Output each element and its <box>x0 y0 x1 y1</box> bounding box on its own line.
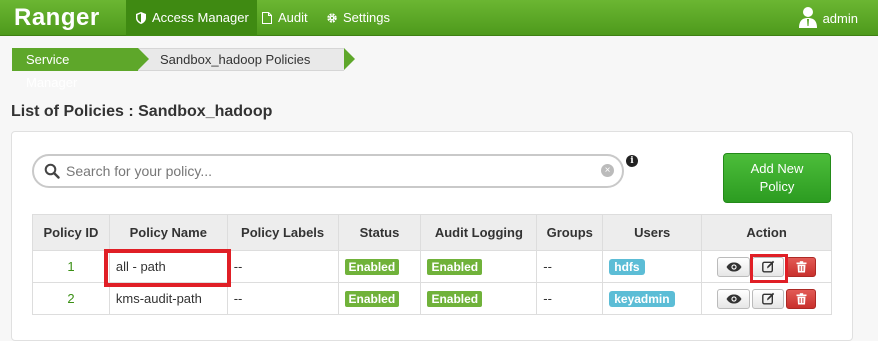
header-groups: Groups <box>536 214 604 251</box>
groups-cell: -- <box>536 282 604 315</box>
search-input[interactable] <box>66 163 586 179</box>
policy-id-link[interactable]: 2 <box>67 291 74 306</box>
edit-button[interactable] <box>752 256 785 277</box>
info-icon[interactable]: i <box>626 155 638 167</box>
policies-table: Policy ID Policy Name Policy Labels Stat… <box>32 214 832 315</box>
edit-icon <box>761 292 774 305</box>
clear-icon[interactable]: × <box>601 164 614 177</box>
header-policy-labels: Policy Labels <box>226 214 339 251</box>
breadcrumb-policies: Sandbox_hadoop Policies <box>138 48 355 71</box>
users-cell: keyadmin <box>602 282 703 315</box>
audit-badge: Enabled <box>427 290 483 307</box>
policy-id-link[interactable]: 1 <box>67 259 74 274</box>
status-cell: Enabled <box>337 250 422 283</box>
header-users: Users <box>602 214 703 251</box>
policy-name-cell: all - path <box>108 250 228 283</box>
breadcrumb-service-manager[interactable]: Service Manager <box>12 48 149 90</box>
search-icon <box>44 163 60 179</box>
header-policy-name[interactable]: Policy Name <box>108 214 228 251</box>
brand-logo[interactable]: Ranger <box>14 2 100 34</box>
groups-cell: -- <box>536 250 604 283</box>
nav-settings-label: Settings <box>343 10 390 25</box>
top-navbar: Ranger Access Manager Audit Settings adm… <box>0 0 878 36</box>
breadcrumb: Service Manager Sandbox_hadoop Policies <box>12 48 355 90</box>
edit-button[interactable] <box>752 288 785 309</box>
header-audit-logging: Audit Logging <box>420 214 538 251</box>
table-header-row: Policy ID Policy Name Policy Labels Stat… <box>32 214 832 251</box>
audit-badge: Enabled <box>427 258 483 275</box>
action-cell <box>701 282 832 315</box>
delete-button[interactable] <box>786 256 817 277</box>
policy-id-cell[interactable]: 2 <box>32 282 110 315</box>
trash-icon <box>796 292 807 304</box>
page-title: List of Policies : Sandbox_hadoop <box>11 103 273 120</box>
eye-icon <box>726 294 742 303</box>
add-new-policy-button[interactable]: Add New Policy <box>723 153 831 203</box>
header-action: Action <box>701 214 832 251</box>
policy-name-cell: kms-audit-path <box>108 282 228 315</box>
view-button[interactable] <box>717 288 751 309</box>
delete-button[interactable] <box>786 288 817 309</box>
nav-audit-label: Audit <box>278 10 308 25</box>
shield-icon <box>134 11 148 25</box>
policy-id-cell[interactable]: 1 <box>32 250 110 283</box>
user-menu[interactable]: admin <box>798 0 858 36</box>
users-cell: hdfs <box>602 250 703 283</box>
search-box[interactable]: × <box>32 154 624 188</box>
header-policy-id[interactable]: Policy ID <box>32 214 110 251</box>
status-badge: Enabled <box>344 290 400 307</box>
audit-cell: Enabled <box>420 250 538 283</box>
table-row: 2 kms-audit-path -- Enabled Enabled -- k… <box>32 282 832 315</box>
nav-access-manager-label: Access Manager <box>152 10 249 25</box>
gear-icon <box>325 11 339 25</box>
view-button[interactable] <box>717 256 751 277</box>
action-cell <box>701 250 832 283</box>
status-badge: Enabled <box>344 258 400 275</box>
policy-labels-cell: -- <box>226 250 339 283</box>
user-icon <box>798 6 817 31</box>
user-name: admin <box>822 10 858 26</box>
document-icon <box>260 11 274 25</box>
nav-access-manager[interactable]: Access Manager <box>126 0 257 36</box>
nav-audit[interactable]: Audit <box>252 0 316 36</box>
table-row: 1 all - path -- Enabled Enabled -- hdfs <box>32 250 832 283</box>
status-cell: Enabled <box>337 282 422 315</box>
nav-settings[interactable]: Settings <box>317 0 398 36</box>
edit-icon <box>761 260 774 273</box>
audit-cell: Enabled <box>420 282 538 315</box>
user-badge: hdfs <box>609 258 645 275</box>
header-status: Status <box>337 214 422 251</box>
policy-labels-cell: -- <box>226 282 339 315</box>
eye-icon <box>726 262 742 271</box>
trash-icon <box>796 260 807 272</box>
user-badge: keyadmin <box>609 290 675 307</box>
